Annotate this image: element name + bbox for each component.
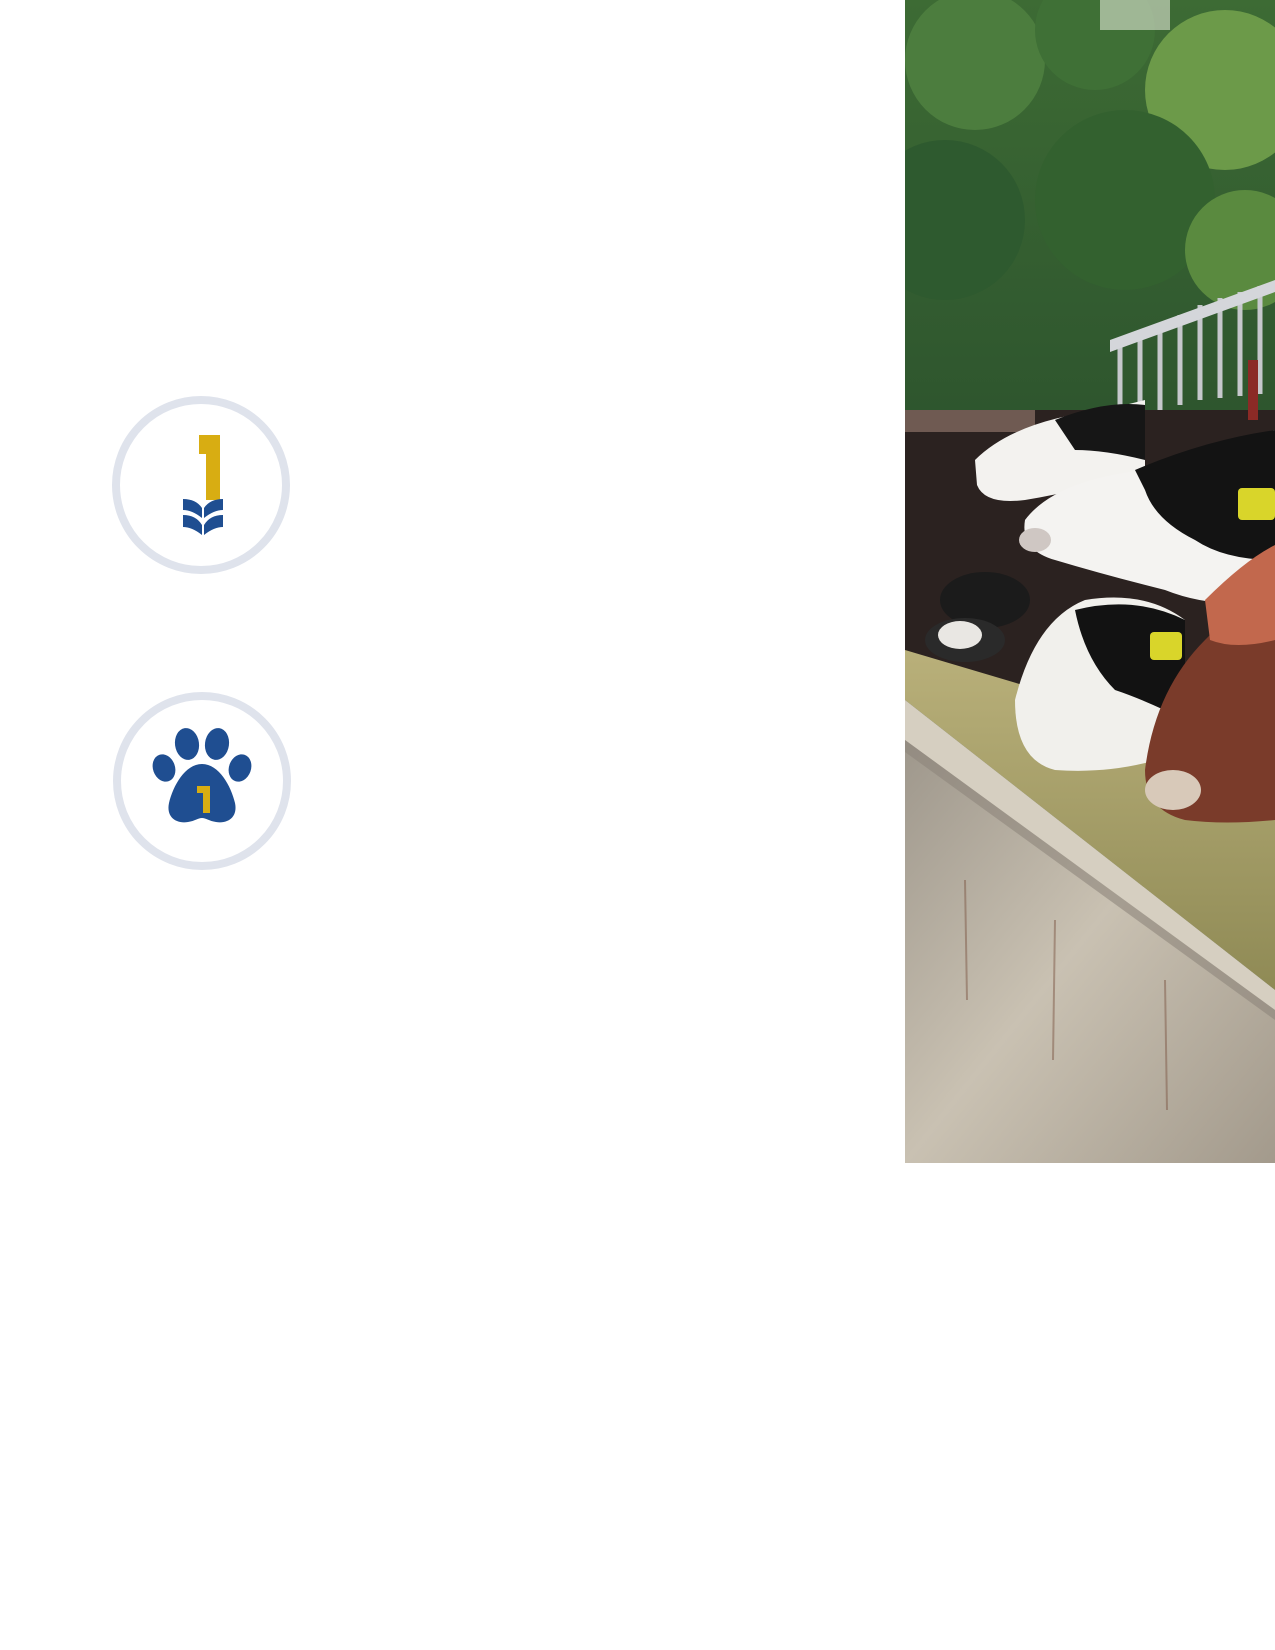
cows-feeding-at-trough-photo [905, 0, 1275, 1163]
grain-number-one-icon [183, 435, 223, 535]
grain-badge [112, 396, 290, 574]
paw-number-one-icon [152, 728, 252, 823]
paw-badge [113, 692, 291, 870]
cows-feeding-photo [905, 0, 1275, 1163]
